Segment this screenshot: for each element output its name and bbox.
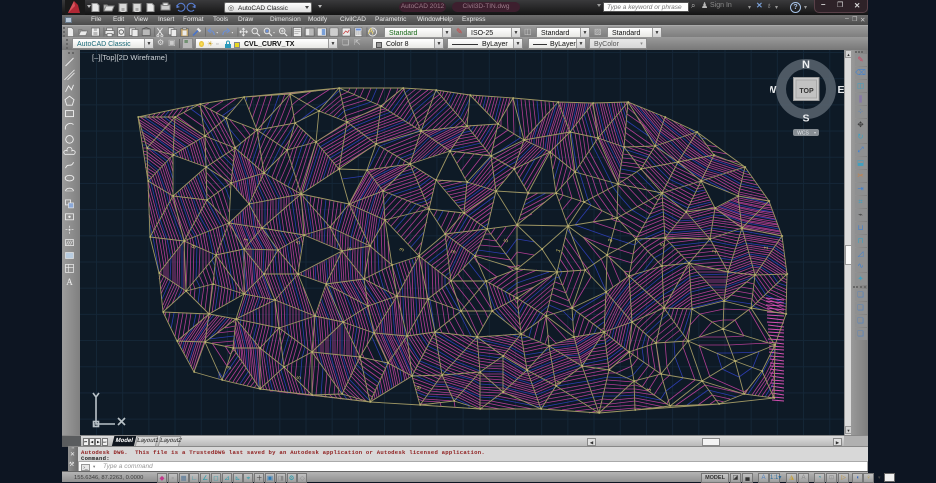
svg-text:▾: ▾	[814, 130, 816, 135]
svg-text:A: A	[66, 277, 73, 287]
svg-text:3: 3	[398, 247, 406, 253]
svg-text:U: U	[94, 423, 98, 429]
svg-text:N: N	[802, 59, 810, 71]
svg-text:3: 3	[555, 380, 563, 386]
svg-text:3: 3	[450, 249, 458, 254]
svg-text:TOP: TOP	[799, 88, 814, 95]
svg-text:S: S	[802, 113, 809, 125]
svg-text:W: W	[770, 84, 777, 96]
svg-text:5: 5	[295, 375, 303, 381]
svg-text:1: 1	[711, 248, 719, 255]
svg-text:3: 3	[225, 365, 233, 371]
svg-text:WCS: WCS	[797, 131, 809, 137]
svg-text:1: 1	[645, 387, 653, 393]
